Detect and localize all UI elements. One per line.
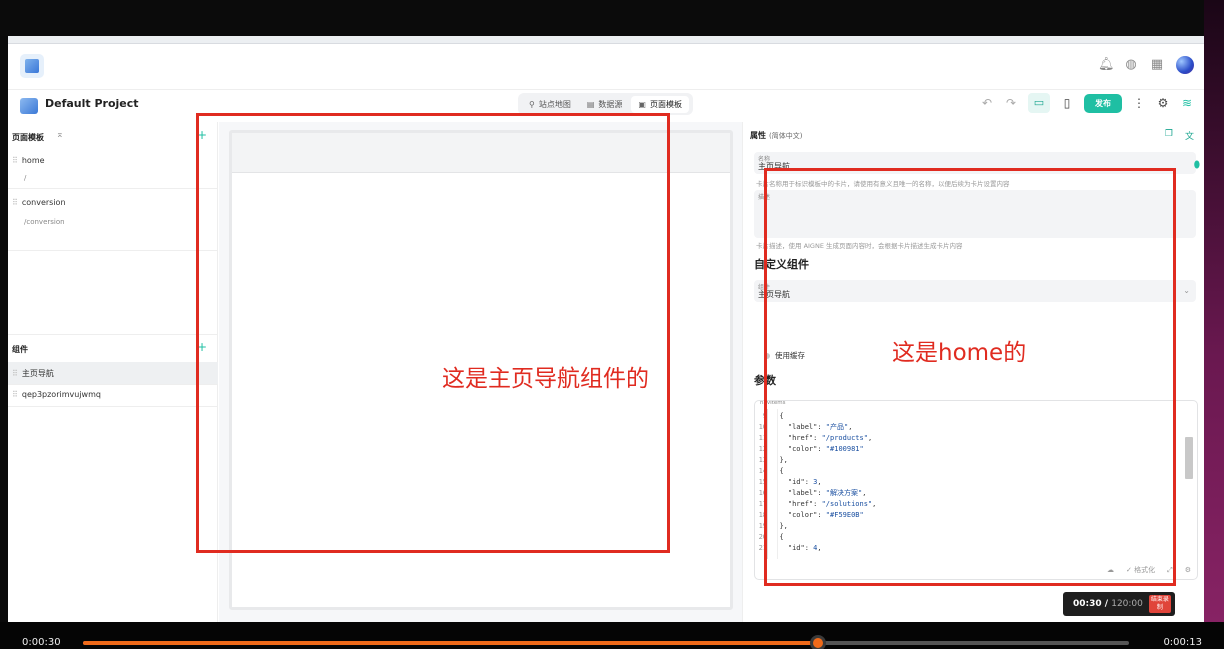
avatar[interactable] [1176,56,1194,74]
wifi-icon[interactable]: ≋ [1180,96,1194,110]
annotation-box-right [764,168,1176,586]
component-name: 主页导航 [21,369,54,378]
recording-timer: 00:30 / 120:00 结束录制 [1063,592,1175,616]
annotation-box-left [196,113,670,553]
video-player-bar: 0:00:30 0:00:13 [0,622,1224,649]
properties-actions: ❐ 文 [1165,129,1194,142]
desktop-view-icon[interactable]: ▭ [1028,93,1050,113]
redo-icon[interactable]: ↷ [1004,96,1018,110]
language-label: (简体中文) [769,132,803,140]
project-logo-icon [20,98,38,114]
more-icon[interactable]: ⋮ [1132,96,1146,110]
undo-icon[interactable]: ↶ [980,96,994,110]
annotation-text-right: 这是home的 [892,340,1027,366]
properties-label: 属性 [750,131,766,140]
page-path: /conversion [24,218,65,226]
publish-button[interactable]: 发布 [1084,93,1122,113]
page-name: home [21,156,45,165]
components-title: 组件 [12,345,28,354]
right-tools: ↶ ↷ ▭ ▯ 发布 ⋮ ⚙ ≋ [980,93,1194,113]
component-item[interactable]: ⠿ 主页导航 [12,368,54,379]
progress-fill [83,641,819,645]
remaining-time: 0:00:13 [1163,637,1202,648]
browser-top-bar [0,0,1224,36]
component-item[interactable]: ⠿ qep3pzorimvujwmq [12,390,101,399]
tab-datasource[interactable]: ▤ 数据源 [580,96,630,113]
progress-track[interactable] [83,635,1129,649]
bookmarks-bar [8,36,1204,44]
timer-elapsed: 00:30 [1073,599,1102,609]
mobile-view-icon[interactable]: ▯ [1060,96,1074,110]
globe-icon[interactable]: ◍ [1124,58,1138,72]
page-name: conversion [21,198,66,207]
app-header: 🔔︎ ◍ ▦ [8,44,1204,90]
drag-handle-icon[interactable]: ⠿ [12,369,18,378]
tab-page-templates[interactable]: ▣ 页面模板 [631,95,689,113]
database-icon: ▤ [586,99,595,109]
divider [8,188,218,189]
chevron-down-icon: ⌄ [1183,286,1190,295]
divider [8,334,218,335]
bell-icon[interactable]: 🔔︎ [1098,58,1115,72]
annotation-text-left: 这是主页导航组件的 [442,366,649,392]
project-name: Default Project [45,97,139,110]
left-panel: 页面模板 ⌅ + ⠿ home / ⠿ conversion /conversion… [8,122,218,622]
current-time: 0:00:30 [22,637,61,648]
properties-title: 属性 (简体中文) [750,130,802,141]
translate-icon[interactable]: 文 [1185,129,1194,142]
progress-handle[interactable] [810,635,827,649]
pages-title: 页面模板 [12,133,44,142]
desktop-edge [1204,0,1224,649]
template-icon: ▣ [638,99,646,109]
view-tabs: ⚲ 站点地图 ▤ 数据源 ▣ 页面模板 [518,93,693,115]
drag-handle-icon[interactable]: ⠿ [12,156,18,165]
ai-pin-icon[interactable]: ⬮ [1194,160,1200,171]
grid-icon[interactable]: ▦ [1150,58,1164,72]
gear-icon[interactable]: ⚙ [1156,96,1170,110]
page-path: / [24,174,27,182]
tab-label: 数据源 [598,99,623,109]
header-icons: 🔔︎ ◍ ▦ [1098,56,1194,74]
timer-text: 00:30 / 120:00 [1073,599,1143,609]
stop-recording-button[interactable]: 结束录制 [1148,595,1171,613]
settings-icon[interactable]: ⚙ [1185,566,1191,574]
divider [8,406,218,407]
tab-label: 页面模板 [649,99,682,109]
tab-sitemap[interactable]: ⚲ 站点地图 [522,96,578,113]
screen-frame: 🔔︎ ◍ ▦ Default Project ⚲ 站点地图 ▤ 数据源 ▣ 页面… [0,0,1224,649]
drag-handle-icon[interactable]: ⠿ [12,390,18,399]
collapse-icon[interactable]: ⌅ [56,130,64,140]
component-name: qep3pzorimvujwmq [21,390,101,399]
app-logo[interactable] [20,54,44,78]
divider [8,250,218,251]
divider [8,384,218,385]
editor-scrollbar[interactable] [1185,437,1193,479]
timer-total: 120:00 [1111,599,1143,609]
tab-label: 站点地图 [538,99,571,109]
sitemap-icon: ⚲ [529,99,535,109]
copy-icon[interactable]: ❐ [1165,129,1173,142]
page-item-conversion[interactable]: ⠿ conversion [12,198,66,207]
drag-handle-icon[interactable]: ⠿ [12,198,18,207]
page-item-home[interactable]: ⠿ home [12,156,45,165]
